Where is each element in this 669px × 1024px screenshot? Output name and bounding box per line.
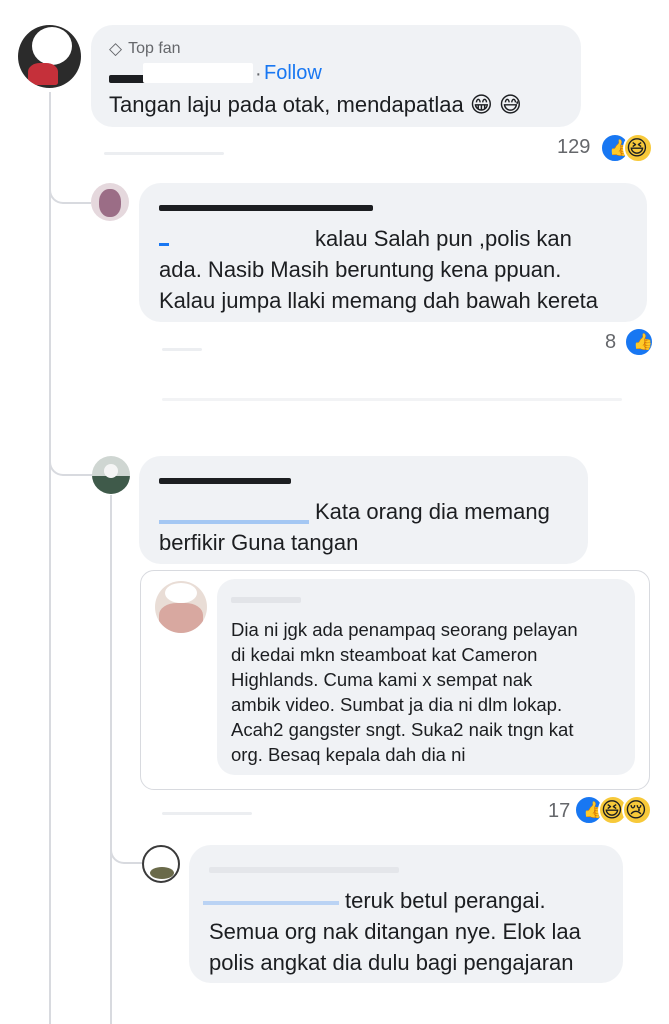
comment-line: Kata orang dia memang: [315, 499, 550, 524]
thread-line-sub: [110, 495, 112, 1024]
comment-line: kalau Salah pun ,polis kan: [315, 226, 572, 251]
avatar[interactable]: [142, 845, 180, 883]
comment-line: ada. Nasib Masih beruntung kena ppuan.: [159, 257, 562, 282]
thread-branch-reply-1: [49, 160, 91, 204]
mention-link[interactable]: [203, 885, 341, 907]
comment-line: Kalau jumpa llaki memang dah bawah keret…: [159, 288, 599, 313]
reply-bubble: Kata orang dia memang berfikir Guna tang…: [139, 456, 588, 564]
top-fan-badge: ◇ Top fan: [109, 39, 181, 58]
reaction-count[interactable]: 17: [548, 800, 570, 823]
mention-link[interactable]: [159, 227, 309, 247]
follow-link[interactable]: Follow: [264, 62, 322, 85]
comment-line: teruk betul perangai.: [345, 888, 546, 913]
quoted-text: Dia ni jgk ada penampaq seorang pelayan …: [231, 619, 578, 765]
comment-line: polis angkat dia dulu bagi pengajaran: [209, 950, 574, 975]
haha-icon[interactable]: 😆: [623, 133, 653, 163]
comment-line: berfikir Guna tangan: [159, 530, 359, 555]
comment-bubble: ◇ Top fan · Follow Tangan laju pada otak…: [91, 25, 581, 127]
avatar: [155, 581, 207, 633]
thread-branch-reply-2: [49, 430, 93, 476]
mention-link[interactable]: [159, 504, 309, 524]
comment-line: Semua org nak ditangan nye. Elok laa: [209, 919, 581, 944]
avatar[interactable]: [92, 456, 130, 494]
reaction-count[interactable]: 8: [605, 331, 616, 354]
avatar[interactable]: [91, 183, 129, 221]
avatar[interactable]: [18, 25, 81, 88]
author-name[interactable]: [209, 859, 399, 873]
author-name: [231, 597, 301, 603]
sad-icon[interactable]: 😢: [622, 795, 652, 825]
reaction-count[interactable]: 129: [557, 136, 590, 159]
grin-emoji-icon: 😁: [469, 92, 493, 117]
reply-bubble: teruk betul perangai. Semua org nak dita…: [189, 845, 623, 983]
thread-line-main: [49, 92, 51, 1024]
redacted-name: [143, 63, 253, 83]
like-icon[interactable]: 👍: [624, 327, 654, 357]
sweat-smile-emoji-icon: 😅: [498, 92, 522, 117]
thread-branch-reply-3: [110, 820, 142, 864]
quoted-comment-card[interactable]: Dia ni jgk ada penampaq seorang pelayan …: [140, 570, 650, 790]
diamond-icon: ◇: [109, 39, 123, 58]
comment-text: Tangan laju pada otak, mendapatlaa 😁 😅: [109, 92, 522, 117]
quoted-bubble: Dia ni jgk ada penampaq seorang pelayan …: [217, 579, 635, 775]
reply-bubble: kalau Salah pun ,polis kan ada. Nasib Ma…: [139, 183, 647, 322]
